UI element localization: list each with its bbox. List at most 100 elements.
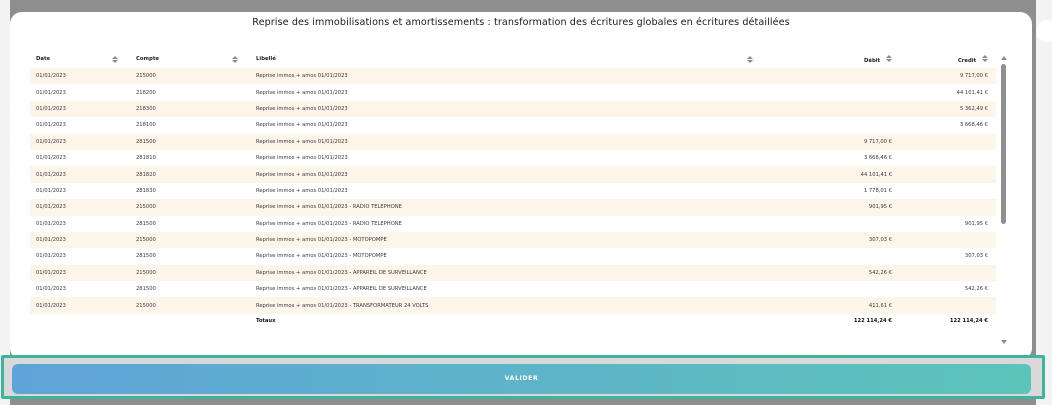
cell-compte: 215000: [130, 231, 250, 249]
totals-row: Totaux 122 114,24 € 122 114,24 €: [30, 313, 996, 328]
column-header-credit[interactable]: Credit: [900, 50, 996, 68]
cell-debit: 9 717,00 €: [795, 133, 900, 150]
cell-credit: 307,03 €: [964, 253, 988, 260]
cell-libelle: Reprise immos + amos 01/01/2023: [250, 68, 795, 85]
cell-date: 01/01/2023: [36, 187, 66, 194]
table-row: 01/01/2023 281500 Reprise immos + amos 0…: [30, 281, 996, 297]
cell-date: 01/01/2023: [36, 253, 66, 260]
cell-empty: [130, 313, 250, 328]
cell-date: 01/01/2023: [36, 155, 66, 162]
column-header-date[interactable]: Date: [30, 50, 130, 68]
sort-icon[interactable]: [886, 55, 892, 63]
cell-debit: [795, 216, 900, 232]
table-row: 01/01/2023 215000 Reprise immos + amos 0…: [30, 199, 996, 216]
cell-credit: 542,26 €: [964, 286, 988, 293]
background-right: [1036, 0, 1052, 405]
cell-date: 01/01/2023: [36, 220, 66, 227]
table-row: 01/01/2023 215000 Reprise immos + amos 0…: [30, 297, 996, 314]
cell-libelle: Reprise immos + amos 01/01/2023 - RADIO …: [256, 220, 402, 227]
table-row: 01/01/2023 281830 Reprise immos + amos 0…: [30, 183, 996, 199]
cell-date: 01/01/2023: [30, 133, 130, 150]
table-body: 01/01/2023 215000 Reprise immos + amos 0…: [30, 68, 996, 328]
cell-date: 01/01/2023: [30, 231, 130, 249]
cell-compte: 218100: [136, 122, 156, 129]
cell-libelle: Reprise immos + amos 01/01/2023 - APPARE…: [256, 286, 427, 293]
sort-icon[interactable]: [747, 56, 753, 64]
cell-debit: 1 778,01 €: [863, 187, 892, 194]
table-row: 01/01/2023 218100 Reprise immos + amos 0…: [30, 117, 996, 133]
cell-libelle: Reprise immos + amos 01/01/2023 - MOTOPO…: [256, 253, 387, 260]
column-header-compte-label: Compte: [136, 56, 159, 62]
scroll-up-arrow-icon[interactable]: [1001, 56, 1007, 60]
cell-compte: 218300: [130, 100, 250, 118]
cell-date: 01/01/2023: [30, 68, 130, 85]
cell-credit: [900, 264, 996, 282]
cell-compte: 218200: [136, 89, 156, 96]
cell-debit: 542,26 €: [795, 264, 900, 282]
cell-credit: [900, 231, 996, 249]
column-header-debit[interactable]: Débit: [795, 50, 900, 68]
cell-debit: [795, 117, 900, 133]
cell-libelle: Reprise immos + amos 01/01/2023: [250, 133, 795, 150]
cell-compte: 281820: [130, 166, 250, 183]
table-row: 01/01/2023 215000 Reprise immos + amos 0…: [30, 264, 996, 282]
cell-credit: [900, 297, 996, 314]
cell-libelle: Reprise immos + amos 01/01/2023 - APPARE…: [250, 264, 795, 282]
cell-credit: 901,95 €: [964, 220, 988, 227]
background-left: [0, 0, 10, 405]
cell-empty: [30, 313, 130, 328]
sort-icon[interactable]: [112, 56, 118, 64]
cell-credit: 3 668,46 €: [959, 122, 988, 129]
cell-credit: 9 717,00 €: [900, 68, 996, 85]
table-row: 01/01/2023 281820 Reprise immos + amos 0…: [30, 166, 996, 183]
cell-credit: 5 362,49 €: [900, 100, 996, 118]
cell-compte: 215000: [130, 68, 250, 85]
column-header-credit-label: Credit: [957, 58, 977, 64]
cell-date: 01/01/2023: [30, 297, 130, 314]
table-row: 01/01/2023 218300 Reprise immos + amos 0…: [30, 100, 996, 118]
table-row: 01/01/2023 215000 Reprise immos + amos 0…: [30, 68, 996, 85]
scroll-down-arrow-icon[interactable]: [1001, 340, 1007, 344]
cell-debit: [795, 100, 900, 118]
cell-debit: [795, 68, 900, 85]
cell-compte: 281810: [136, 155, 156, 162]
cell-date: 01/01/2023: [30, 166, 130, 183]
valider-button[interactable]: VALIDER: [12, 364, 1031, 394]
table-row: 01/01/2023 218200 Reprise immos + amos 0…: [30, 84, 996, 100]
cell-credit: [900, 133, 996, 150]
cell-libelle: Reprise immos + amos 01/01/2023 - TRANSF…: [250, 297, 795, 314]
cell-date: 01/01/2023: [36, 286, 66, 293]
cell-credit: 44 101,41 €: [956, 89, 988, 96]
cell-date: 01/01/2023: [30, 199, 130, 216]
sort-icon[interactable]: [982, 55, 988, 63]
table-row: 01/01/2023 281500 Reprise immos + amos 0…: [30, 133, 996, 150]
column-header-libelle[interactable]: Libellé: [250, 50, 795, 68]
column-header-libelle-label: Libellé: [256, 56, 276, 62]
cell-libelle: Reprise immos + amos 01/01/2023: [256, 187, 348, 194]
scroll-thumb[interactable]: [1001, 64, 1006, 224]
table-scrollbar[interactable]: [1000, 56, 1008, 348]
column-header-compte[interactable]: Compte: [130, 50, 250, 68]
cell-debit: [795, 248, 900, 264]
cell-libelle: Reprise immos + amos 01/01/2023: [256, 122, 348, 129]
totals-credit: 122 114,24 €: [900, 313, 996, 328]
cell-credit: [900, 166, 996, 183]
cell-debit: 3 668,46 €: [863, 155, 892, 162]
cell-debit: 307,03 €: [795, 231, 900, 249]
sort-icon[interactable]: [232, 56, 238, 64]
cell-debit: 44 101,41 €: [795, 166, 900, 183]
cell-date: 01/01/2023: [36, 89, 66, 96]
cell-compte: 281500: [130, 133, 250, 150]
cell-debit: 901,95 €: [795, 199, 900, 216]
cell-compte: 281500: [136, 220, 156, 227]
cell-libelle: Reprise immos + amos 01/01/2023 - RADIO …: [250, 199, 795, 216]
entries-table: Date Compte Libellé Débit Credit 01/01/2…: [30, 50, 996, 328]
cell-compte: 281500: [136, 253, 156, 260]
cell-debit: 411,61 €: [795, 297, 900, 314]
cell-credit: [900, 199, 996, 216]
cell-compte: 215000: [130, 264, 250, 282]
totals-label: Totaux: [250, 313, 795, 328]
cell-libelle: Reprise immos + amos 01/01/2023: [256, 89, 348, 96]
table-row: 01/01/2023 215000 Reprise immos + amos 0…: [30, 231, 996, 249]
entries-modal: Reprise des immobilisations et amortisse…: [10, 12, 1032, 360]
